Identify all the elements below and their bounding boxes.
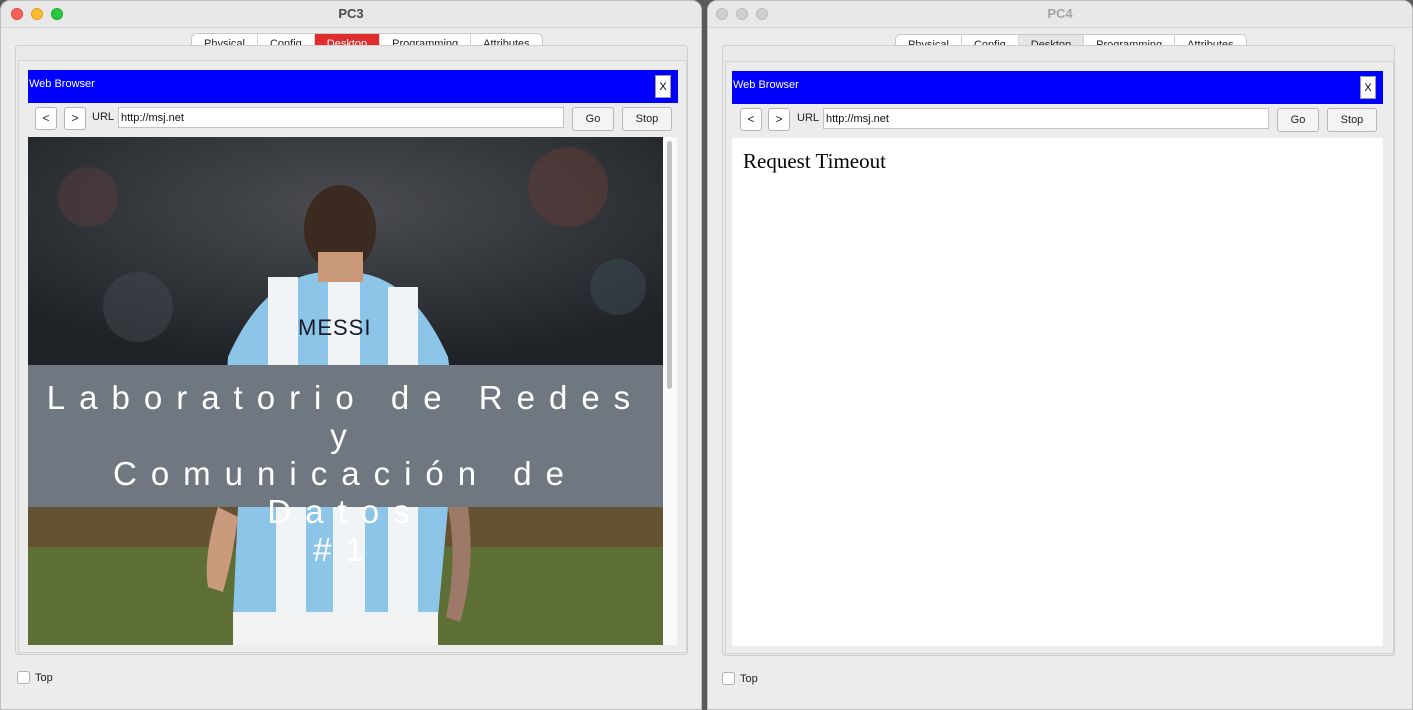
web-browser-title: Web Browser <box>733 79 799 91</box>
url-label: URL <box>797 112 820 124</box>
close-browser-button[interactable]: X <box>1360 76 1376 99</box>
request-timeout-message: Request Timeout <box>743 149 886 173</box>
jersey-name-text: MESSI <box>298 315 372 340</box>
top-checkbox[interactable] <box>17 671 30 684</box>
pc3-window: PC3 Physical Config Desktop Programming … <box>0 0 702 710</box>
back-button[interactable]: < <box>740 108 762 131</box>
window-title: PC4 <box>1047 6 1073 21</box>
url-label: URL <box>92 111 115 123</box>
pc4-window: PC4 Physical Config Desktop Programming … <box>707 0 1413 710</box>
vertical-scrollbar[interactable] <box>663 137 677 645</box>
url-input[interactable] <box>823 108 1269 129</box>
forward-button[interactable]: > <box>64 107 86 130</box>
banner-line-1: Laboratorio de Redes y <box>46 379 645 454</box>
url-input[interactable] <box>118 107 564 128</box>
banner-line-3: #1 <box>313 531 378 568</box>
top-checkbox[interactable] <box>722 672 735 685</box>
title-banner: Laboratorio de Redes y Comunicación de D… <box>28 365 663 568</box>
web-page-content: MESSI Laboratorio de Redes y Comunicació… <box>28 137 677 645</box>
scrollbar-thumb[interactable] <box>667 141 672 389</box>
stop-button[interactable]: Stop <box>622 107 672 131</box>
web-browser-title: Web Browser <box>29 78 95 90</box>
web-browser-titlebar: Web Browser X <box>28 70 678 103</box>
top-label: Top <box>35 672 53 684</box>
hero-photo: MESSI Laboratorio de Redes y Comunicació… <box>28 137 663 645</box>
top-label: Top <box>740 673 758 685</box>
stop-button[interactable]: Stop <box>1327 108 1377 132</box>
forward-button[interactable]: > <box>768 108 790 131</box>
window-title: PC3 <box>338 6 364 21</box>
go-button[interactable]: Go <box>572 107 614 131</box>
back-button[interactable]: < <box>35 107 57 130</box>
web-page-content: Request Timeout <box>732 138 1383 646</box>
pc4-titlebar: PC4 <box>708 1 1412 28</box>
pc3-titlebar: PC3 <box>1 1 701 28</box>
go-button[interactable]: Go <box>1277 108 1319 132</box>
web-browser-titlebar: Web Browser X <box>732 71 1383 104</box>
close-browser-button[interactable]: X <box>655 75 671 98</box>
banner-line-2: Comunicación de Datos <box>113 455 578 530</box>
